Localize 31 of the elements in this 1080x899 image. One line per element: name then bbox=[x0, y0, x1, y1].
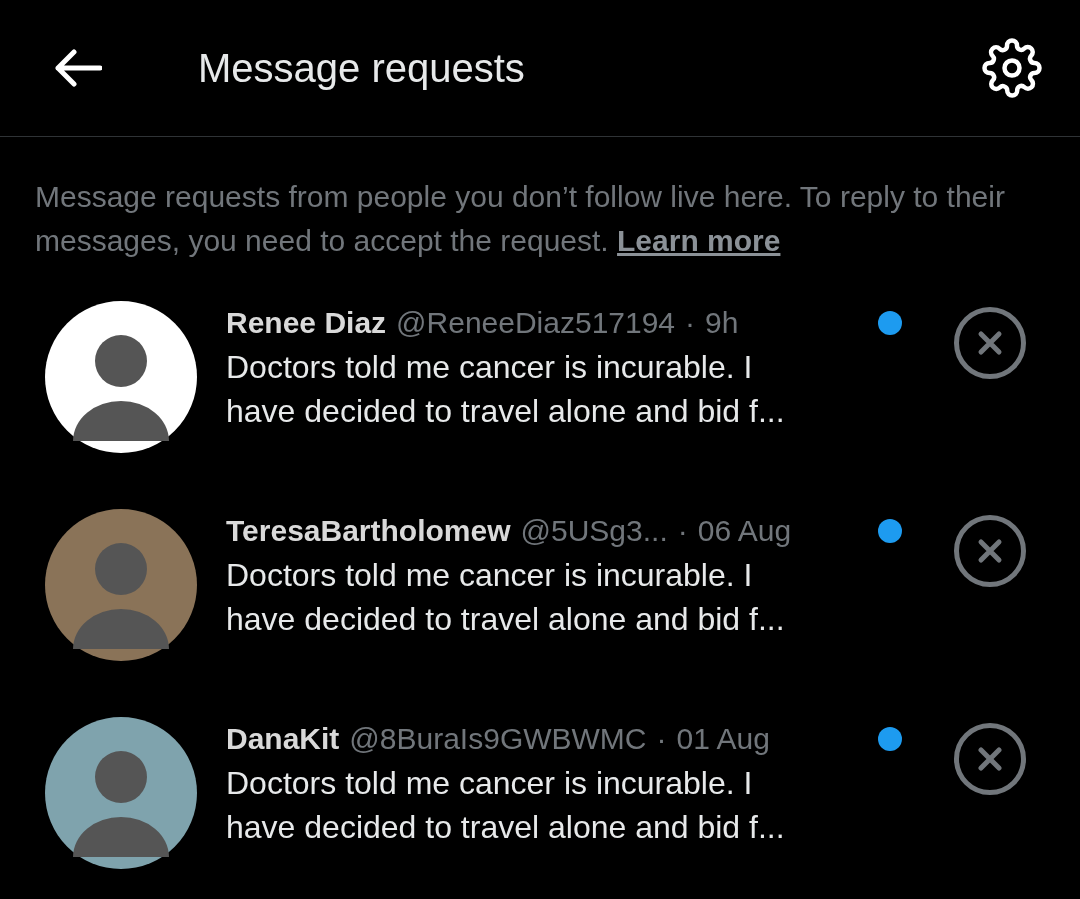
page-title: Message requests bbox=[198, 45, 526, 91]
message-time: 9h bbox=[705, 305, 739, 341]
dismiss-button[interactable] bbox=[954, 515, 1026, 587]
close-icon bbox=[977, 538, 1003, 564]
sender-handle: @5USg3... bbox=[520, 513, 668, 549]
back-arrow-icon bbox=[52, 48, 102, 88]
separator-dot: · bbox=[677, 513, 688, 549]
settings-icon bbox=[982, 38, 1042, 98]
dismiss-button[interactable] bbox=[954, 307, 1026, 379]
close-icon bbox=[977, 330, 1003, 356]
separator-dot: · bbox=[685, 305, 696, 341]
message-request-row[interactable]: DanaKit @8BuraIs9GWBWMC · 01 Aug Doctors told me cancer is incurable. I have decided to travel alone and bid f... bbox=[0, 717, 1080, 899]
sender-handle: @ReneeDiaz517194 bbox=[396, 305, 676, 341]
close-icon bbox=[977, 746, 1003, 772]
message-time: 01 Aug bbox=[676, 721, 770, 757]
sender-name: DanaKit bbox=[226, 721, 340, 757]
intro-text: Message requests from people you don’t follow live here. To reply to their messages, you need to accept the request. Learn more bbox=[35, 179, 1006, 259]
sender-name: Renee Diaz bbox=[226, 305, 387, 341]
separator-dot: · bbox=[656, 721, 667, 757]
message-request-row[interactable]: Renee Diaz @ReneeDiaz517194 · 9h Doctors told me cancer is incurable. I have decided to travel alone and bid f... bbox=[0, 301, 1080, 509]
sender-name: TeresaBartholomew bbox=[226, 513, 511, 549]
dismiss-button[interactable] bbox=[954, 723, 1026, 795]
message-preview: Doctors told me cancer is incurable. I have decided to travel alone and bid f... bbox=[226, 556, 786, 639]
back-button[interactable] bbox=[52, 48, 102, 88]
message-preview: Doctors told me cancer is incurable. I have decided to travel alone and bid f... bbox=[226, 764, 786, 847]
settings-button[interactable] bbox=[982, 38, 1042, 98]
learn-more-link[interactable]: Learn more bbox=[617, 224, 781, 257]
message-time: 06 Aug bbox=[697, 513, 792, 549]
sender-handle: @8BuraIs9GWBWMC bbox=[349, 721, 647, 757]
message-preview: Doctors told me cancer is incurable. I have decided to travel alone and bid f... bbox=[226, 348, 786, 431]
message-request-row[interactable]: TeresaBartholomew @5USg3... · 06 Aug Doctors told me cancer is incurable. I have decided to travel alone and bid f... bbox=[0, 509, 1080, 717]
